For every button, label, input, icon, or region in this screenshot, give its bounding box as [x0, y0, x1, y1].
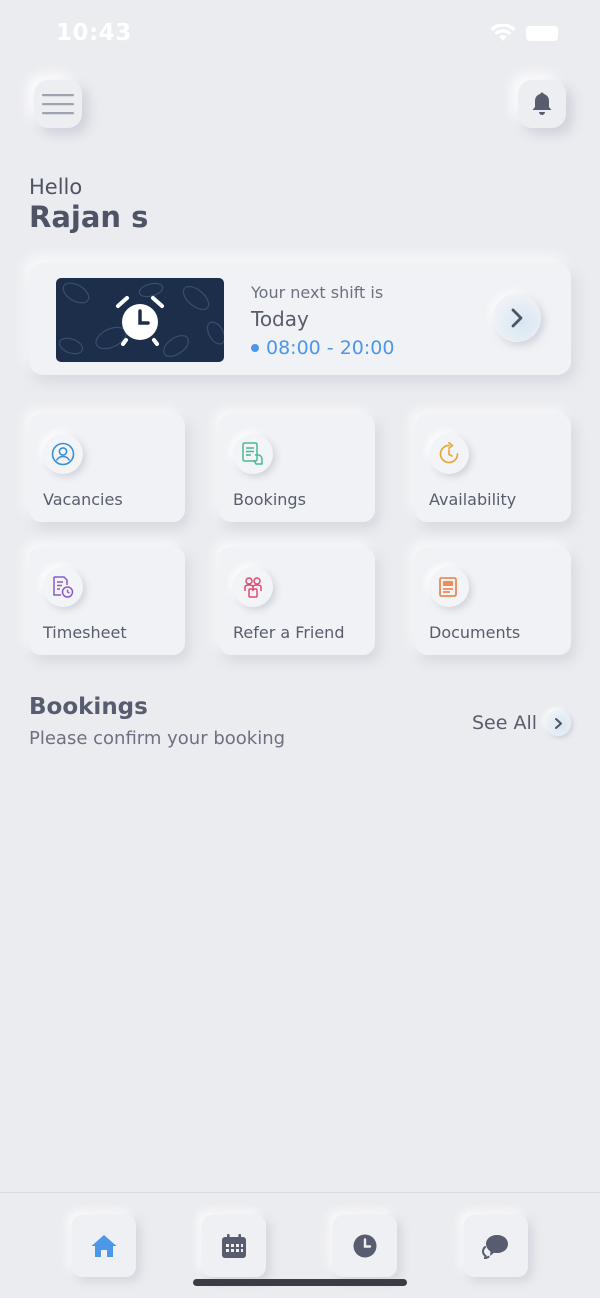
next-shift-time-text: 08:00 - 20:00 [266, 337, 395, 359]
battery-icon [526, 26, 558, 41]
tile-availability[interactable]: Availability [415, 414, 571, 522]
home-indicator [193, 1279, 407, 1286]
see-all-label: See All [472, 712, 538, 734]
next-shift-label: Your next shift is [251, 283, 384, 302]
shift-image [56, 278, 224, 362]
nav-clock-button[interactable] [333, 1215, 397, 1277]
notifications-button[interactable] [518, 80, 566, 128]
bookings-section-subtitle: Please confirm your booking [29, 728, 286, 749]
tile-icon-wrap [233, 567, 273, 607]
alarm-clock-icon [116, 296, 164, 346]
tile-bookings[interactable]: Bookings [219, 414, 375, 522]
tile-refer-a-friend[interactable]: Refer a Friend [219, 547, 375, 655]
tile-label: Refer a Friend [233, 623, 345, 642]
home-icon [91, 1235, 117, 1257]
tile-documents[interactable]: Documents [415, 547, 571, 655]
calendar-icon [222, 1234, 246, 1258]
tile-label: Documents [429, 623, 521, 642]
see-all-link[interactable]: See All [472, 710, 572, 736]
tile-icon-wrap [233, 434, 273, 474]
tile-icon-wrap [429, 567, 469, 607]
tile-icon-wrap [43, 567, 83, 607]
time-dot [251, 344, 259, 352]
next-shift-time: 08:00 - 20:00 [251, 337, 394, 359]
nav-calendar-button[interactable] [202, 1215, 266, 1277]
tile-icon-wrap [429, 434, 469, 474]
nav-chat-button[interactable] [464, 1215, 528, 1277]
next-shift-day: Today [251, 307, 309, 331]
wifi-icon [490, 24, 516, 41]
user-circle-icon [51, 442, 75, 466]
documents-icon [439, 577, 457, 597]
see-all-arrow [545, 710, 572, 736]
tile-timesheet[interactable]: Timesheet [29, 547, 185, 655]
user-name: Rajan s [29, 200, 149, 234]
next-shift-card[interactable]: Your next shift is Today 08:00 - 20:00 [29, 263, 571, 375]
status-bar: 10:43 [0, 0, 600, 70]
tile-label: Timesheet [43, 623, 127, 642]
tile-label: Vacancies [43, 490, 123, 509]
chevron-right-icon [511, 308, 523, 328]
bookings-section-title: Bookings [29, 694, 148, 720]
tile-vacancies[interactable]: Vacancies [29, 414, 185, 522]
booking-doc-icon [242, 442, 263, 465]
menu-button[interactable] [34, 80, 82, 128]
nav-home-button[interactable] [72, 1215, 136, 1277]
chevron-right-icon [554, 717, 562, 729]
hamburger-icon [42, 94, 74, 115]
timesheet-icon [53, 576, 74, 598]
bell-icon [532, 92, 552, 115]
chat-icon [482, 1235, 508, 1259]
tile-icon-wrap [43, 434, 83, 474]
clock-icon [353, 1234, 377, 1258]
clock-refresh-icon [439, 442, 459, 464]
tile-label: Bookings [233, 490, 306, 509]
greeting-hello: Hello [29, 175, 83, 199]
tile-label: Availability [429, 490, 517, 509]
status-time: 10:43 [56, 20, 132, 46]
people-icon [244, 577, 262, 598]
next-shift-arrow-button[interactable] [493, 294, 541, 342]
